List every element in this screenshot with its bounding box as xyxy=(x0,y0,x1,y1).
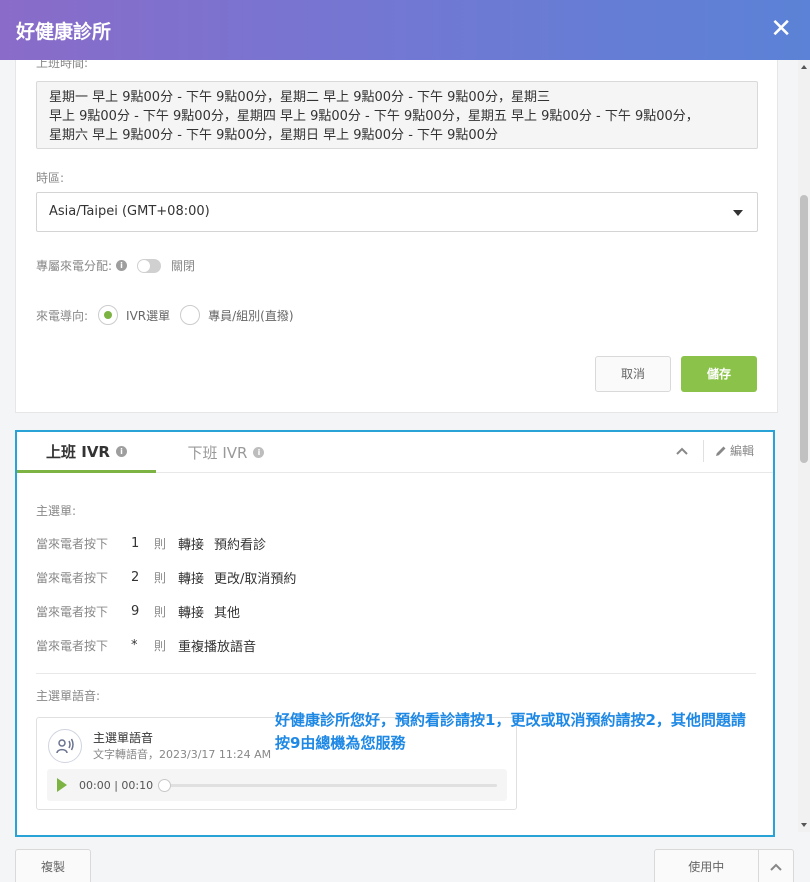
row-target: 預約看診 xyxy=(214,538,267,553)
copy-button[interactable]: 複製 xyxy=(15,849,91,882)
audio-progress-track[interactable] xyxy=(158,778,497,792)
main-menu-voice-label: 主選單語音: xyxy=(36,689,101,703)
row-target: 其他 xyxy=(214,606,241,621)
scrollbar[interactable] xyxy=(798,60,810,832)
row-then: 則 xyxy=(154,605,167,619)
row-then: 則 xyxy=(154,537,167,551)
row-action: 轉接 xyxy=(178,538,205,553)
row-key: 2 xyxy=(131,570,140,585)
play-icon[interactable] xyxy=(57,778,67,792)
edit-button[interactable]: 編輯 xyxy=(715,442,754,459)
timezone-value: Asia/Taipei (GMT+08:00) xyxy=(49,204,210,219)
divider xyxy=(703,440,704,462)
call-routing-label: 來電導向: xyxy=(36,308,89,323)
divider xyxy=(36,673,756,674)
tab-after-hours-ivr[interactable]: 下班 IVR i xyxy=(156,432,296,473)
tab-business-hours-ivr[interactable]: 上班 IVR i xyxy=(17,432,156,473)
chevron-up-icon[interactable] xyxy=(675,444,689,458)
hours-label: 上班時間: xyxy=(36,60,89,70)
status-label[interactable]: 使用中 xyxy=(655,850,759,882)
timezone-select[interactable]: Asia/Taipei (GMT+08:00) xyxy=(36,192,758,232)
voice-transcript: 好健康診所您好，預約看診請按1，更改或取消預約請按2，其他問題請按9由總機為您服… xyxy=(275,711,746,752)
radio-ivr-menu-label[interactable]: IVR選單 xyxy=(126,307,170,324)
dedicated-routing-row: 專屬來電分配: i 關閉 xyxy=(36,257,195,274)
caret-down-icon xyxy=(733,210,743,216)
row-key: 1 xyxy=(131,536,140,551)
ivr-menu-row: 當來電者按下 1 則 轉接 預約看診 xyxy=(36,534,266,553)
ivr-menu-row: 當來電者按下 * 則 重複播放語音 xyxy=(36,636,266,655)
settings-card: 上班時間: 星期一 早上 9點00分 - 下午 9點00分，星期二 早上 9點0… xyxy=(15,60,778,413)
main-menu-label: 主選單: xyxy=(36,504,77,518)
row-action: 重複播放語音 xyxy=(178,640,257,655)
dedicated-routing-label: 專屬來電分配: xyxy=(36,259,113,273)
audio-progress-knob[interactable] xyxy=(158,778,172,792)
timezone-label: 時區: xyxy=(36,171,65,185)
voice-file-name: 主選單語音 xyxy=(93,731,154,745)
row-prefix: 當來電者按下 xyxy=(36,537,109,551)
radio-direct-agent[interactable] xyxy=(180,305,201,325)
dialog-title: 好健康診所 xyxy=(16,20,112,43)
row-key: * xyxy=(131,638,138,653)
info-icon[interactable]: i xyxy=(115,445,127,457)
row-then: 則 xyxy=(154,571,167,585)
close-icon[interactable]: ✕ xyxy=(770,16,792,42)
info-icon[interactable]: i xyxy=(253,447,265,458)
ivr-tabs: 上班 IVR i 下班 IVR i 編輯 xyxy=(17,432,773,473)
radio-ivr-menu[interactable] xyxy=(98,305,119,325)
business-hours-field: 星期一 早上 9點00分 - 下午 9點00分，星期二 早上 9點00分 - 下… xyxy=(36,81,758,149)
pencil-icon xyxy=(716,446,726,456)
row-action: 轉接 xyxy=(178,572,205,587)
tab-label: 下班 IVR xyxy=(187,444,248,462)
speech-icon xyxy=(48,729,82,763)
scroll-up-icon[interactable] xyxy=(801,65,807,69)
row-prefix: 當來電者按下 xyxy=(36,639,109,653)
info-icon[interactable]: i xyxy=(116,260,128,271)
row-key: 9 xyxy=(131,604,140,619)
row-target: 更改/取消預約 xyxy=(214,572,297,587)
voice-file-meta: 文字轉語音，2023/3/17 11:24 AM xyxy=(93,748,272,761)
scroll-down-icon[interactable] xyxy=(801,823,807,827)
edit-label: 編輯 xyxy=(730,444,755,458)
dialog-body[interactable]: 上班時間: 星期一 早上 9點00分 - 下午 9點00分，星期二 早上 9點0… xyxy=(0,60,798,882)
chevron-up-icon[interactable] xyxy=(759,850,794,882)
row-prefix: 當來電者按下 xyxy=(36,605,109,619)
radio-direct-agent-label[interactable]: 專員/組別(直撥) xyxy=(208,307,293,324)
dedicated-routing-state: 關閉 xyxy=(171,259,196,273)
ivr-card: 上班 IVR i 下班 IVR i 編輯 主選單: 當來電者按下 1 則 轉接 … xyxy=(15,430,775,837)
audio-player: 00:00 | 00:10 xyxy=(47,769,507,801)
tab-label: 上班 IVR xyxy=(46,442,110,461)
call-routing-row: 來電導向: IVR選單 專員/組別(直撥) xyxy=(36,305,304,325)
scrollbar-thumb[interactable] xyxy=(800,195,808,463)
ivr-menu-row: 當來電者按下 9 則 轉接 其他 xyxy=(36,602,240,621)
cancel-button[interactable]: 取消 xyxy=(595,356,671,392)
dedicated-routing-toggle[interactable] xyxy=(137,258,162,273)
dialog-header: 好健康診所 ✕ xyxy=(0,0,810,60)
save-button[interactable]: 儲存 xyxy=(681,356,757,392)
row-prefix: 當來電者按下 xyxy=(36,571,109,585)
ivr-menu-row: 當來電者按下 2 則 轉接 更改/取消預約 xyxy=(36,568,296,587)
status-dropdown[interactable]: 使用中 xyxy=(654,849,794,882)
audio-time: 00:00 | 00:10 xyxy=(79,778,154,792)
row-action: 轉接 xyxy=(178,606,205,621)
row-then: 則 xyxy=(154,639,167,653)
